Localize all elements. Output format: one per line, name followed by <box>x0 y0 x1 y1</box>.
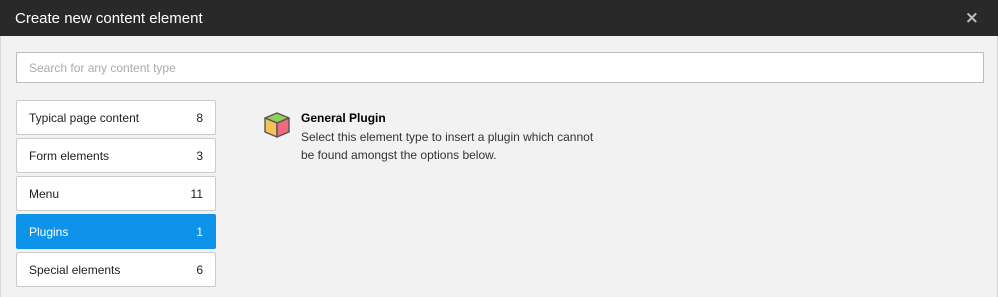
modal-body: Typical page content 8 Form elements 3 M… <box>0 36 998 297</box>
plugin-text: General Plugin Select this element type … <box>301 110 601 164</box>
plugin-description: Select this element type to insert a plu… <box>301 128 601 164</box>
category-item-typical-page-content[interactable]: Typical page content 8 <box>16 100 216 135</box>
category-label: Special elements <box>29 262 121 277</box>
category-item-special-elements[interactable]: Special elements 6 <box>16 252 216 287</box>
category-count: 6 <box>196 262 203 277</box>
plugin-description-line: be found amongst the options below. <box>301 148 497 162</box>
category-label: Typical page content <box>29 110 140 125</box>
category-count: 1 <box>196 224 203 239</box>
category-count: 11 <box>190 186 203 201</box>
close-icon[interactable]: × <box>965 9 979 27</box>
modal-header: Create new content element × <box>0 0 998 36</box>
category-item-form-elements[interactable]: Form elements 3 <box>16 138 216 173</box>
cube-icon <box>264 112 290 138</box>
search-input[interactable] <box>16 52 984 83</box>
plugin-description-line: Select this element type to insert a plu… <box>301 130 594 144</box>
category-item-menu[interactable]: Menu 11 <box>16 176 216 211</box>
category-item-plugins[interactable]: Plugins 1 <box>16 214 216 249</box>
category-count: 3 <box>196 148 203 163</box>
category-label: Form elements <box>29 148 110 163</box>
category-list: Typical page content 8 Form elements 3 M… <box>16 100 216 290</box>
category-label: Menu <box>29 186 60 201</box>
content-element-general-plugin[interactable]: General Plugin Select this element type … <box>262 110 622 164</box>
category-label: Plugins <box>29 224 69 239</box>
category-count: 8 <box>196 110 203 125</box>
plugin-title: General Plugin <box>301 111 386 125</box>
modal-title: Create new content element <box>15 9 203 27</box>
